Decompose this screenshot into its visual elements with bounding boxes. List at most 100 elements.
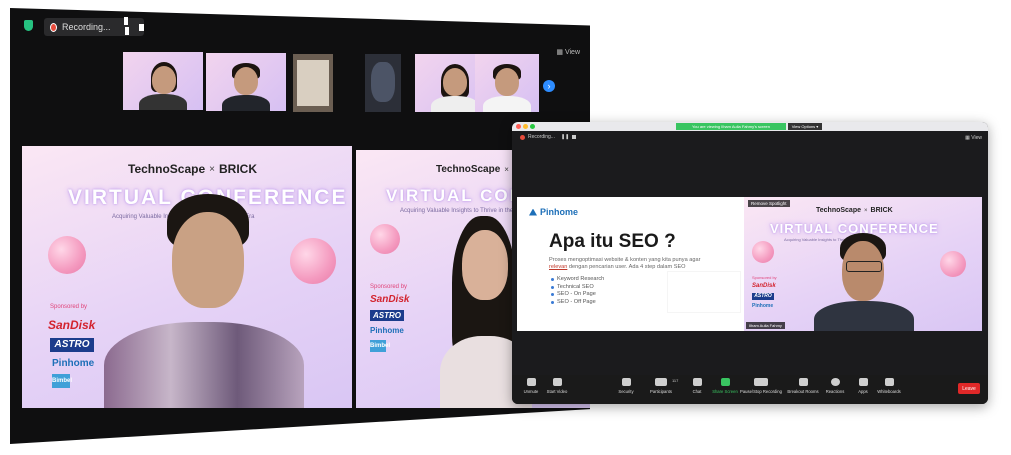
recording-indicator[interactable]: Recording... ❚❚ [520,134,577,140]
view-button[interactable]: ▦ View [556,48,580,56]
sandisk-logo: SanDisk [752,283,776,289]
apps-icon [858,378,868,386]
participant-thumbnail[interactable] [365,54,401,112]
chevron-right-icon: › [547,81,551,91]
breakout-rooms-button[interactable]: Breakout Rooms [786,378,820,394]
participants-icon [655,378,667,386]
pinhome-logo: Pinhome [52,358,95,369]
window-titlebar: You are viewing Ilham Aulia Fahmy's scre… [512,122,988,131]
brand-separator: × [504,165,509,174]
chat-icon [692,378,702,386]
next-page-button[interactable]: › [543,80,555,92]
brand-technoscape: TechnoScape [128,162,206,176]
participants-count: 117 [672,378,679,383]
video-tile-speaker[interactable]: TechnoScape × BRICK VIRTUAL CONFERENCE A… [22,146,352,408]
security-button[interactable]: Security [609,378,643,394]
main-meeting-window: Recording... ▦ View › TechnoScape × BRIC… [10,8,590,444]
sponsor-logo-box: Bimbel [370,340,390,352]
whiteboard-icon [884,378,894,386]
slide-illustration [667,271,741,313]
breakout-rooms-label: Breakout Rooms [787,389,819,394]
shared-slide: Pinhome Apa itu SEO ? Proses mengoptimas… [517,197,745,331]
participant-thumbnail[interactable] [293,54,333,112]
microphone-muted-icon [526,378,536,386]
reactions-label: Reactions [825,389,845,394]
slide-brand: Pinhome [529,207,578,217]
participants-label: Participants [650,389,672,394]
brand-brick: BRICK [870,207,893,214]
whiteboards-button[interactable]: Whiteboards [872,378,906,394]
whiteboards-label: Whiteboards [877,389,901,394]
view-options-button[interactable]: View Options ▾ [788,123,822,130]
stop-recording-icon[interactable] [572,135,577,139]
breakout-rooms-icon [798,378,808,386]
remove-spotlight-button[interactable]: Remove Spotlight [748,200,790,207]
slide-bullet: SEO - On Page [551,291,604,299]
event-brand: TechnoScape × BRICK [128,162,257,176]
pause-recording-icon[interactable]: ❚❚ [561,134,569,140]
recording-control-label: Pause/Stop Recording [740,389,782,394]
participant-thumbnail[interactable] [206,53,286,111]
viewing-share-banner: You are viewing Ilham Aulia Fahmy's scre… [676,123,786,130]
slide-body-emphasis: relevan [549,264,568,270]
start-video-label: Start Video [546,389,568,394]
participant-thumbnail[interactable] [475,54,539,112]
pinhome-logo: Pinhome [370,326,404,335]
sandisk-logo: SanDisk [48,318,96,332]
recording-label: Recording... [62,22,111,32]
astro-logo: ASTRO [752,293,774,300]
slide-body-line2: dengan pencarian user. Ada 4 step dalam … [567,264,686,270]
shield-icon [621,378,631,386]
brand-separator: × [209,163,215,175]
minimize-window-icon[interactable] [523,124,528,129]
brand-technoscape: TechnoScape [816,207,861,214]
brand-brick: BRICK [218,162,257,176]
record-dot-icon [520,134,525,140]
astro-logo: ASTRO [50,338,94,352]
share-screen-icon [720,378,730,386]
share-screen-button[interactable]: Share Screen [708,378,742,394]
spotlight-video-tile[interactable]: Remove Spotlight TechnoScape × BRICK VIR… [744,197,982,331]
participant-thumbnail[interactable] [123,52,203,110]
recording-indicator[interactable]: Recording... [44,17,144,37]
start-video-button[interactable]: Start Video [540,378,574,394]
event-brand: TechnoScape × BRICK [816,207,893,214]
chat-label: Chat [692,389,702,394]
speaker-name-tag: Ilham Aulia Fahmy [746,322,785,329]
slide-bullet: Technical SEO [551,284,604,292]
recording-label: Recording... [528,134,555,140]
slide-bullet-list: Keyword Research Technical SEO SEO - On … [551,276,604,306]
view-button[interactable]: ▦ View [965,135,982,141]
decorative-orb [752,241,774,263]
security-label: Security [618,389,634,394]
pinhome-logo: Pinhome [752,303,774,309]
speaker-face [172,212,244,308]
pinhome-icon [529,208,537,216]
speaker-body [814,301,914,331]
leave-button[interactable]: Leave [958,383,980,394]
screen-share-window: You are viewing Ilham Aulia Fahmy's scre… [512,122,988,404]
reactions-icon [830,378,840,386]
stop-recording-icon[interactable] [138,23,144,31]
bullet-text: Keyword Research [557,276,605,282]
speaker-body [104,322,304,408]
slide-bullet: Keyword Research [551,276,604,284]
view-label: View [564,49,580,56]
maximize-window-icon[interactable] [530,124,535,129]
bullet-text: SEO - Off Page [557,298,596,305]
recording-control-button[interactable]: Pause/Stop Recording [740,378,782,394]
bullet-text: Technical SEO [557,283,594,290]
close-window-icon[interactable] [516,124,521,129]
slide-body-line1: Proses mengoptimasi website & konten yan… [549,257,701,263]
apps-label: Apps [858,389,868,394]
sponsored-label: Sponsored by [752,275,777,280]
slide-bullet: SEO - Off Page [551,299,604,307]
pause-recording-icon[interactable] [123,17,130,37]
view-label: View [971,135,982,141]
decorative-orb [290,238,336,284]
sponsored-label: Sponsored by [370,284,408,290]
video-off-icon [552,378,562,386]
sponsor-logo-box: Bimbel [52,374,72,388]
slide-brand-label: Pinhome [540,207,579,217]
speaker-glasses [846,261,882,272]
